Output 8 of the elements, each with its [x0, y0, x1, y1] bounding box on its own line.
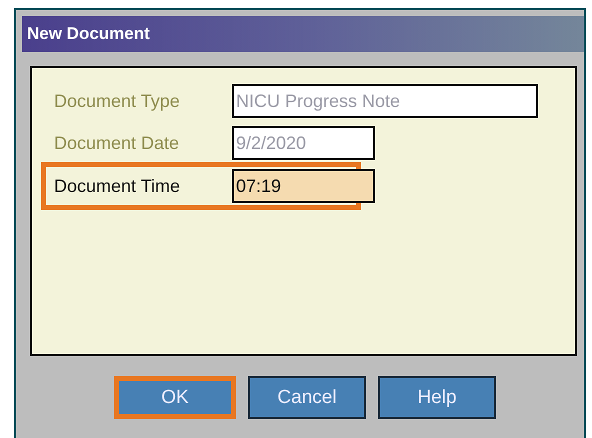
dialog-button[interactable]: Cancel	[248, 376, 366, 419]
window-title: New Document	[27, 24, 150, 44]
input-field[interactable]: 07:19	[232, 169, 375, 203]
field-label: Document Date	[54, 132, 180, 154]
field-label: Document Time	[54, 176, 182, 196]
dialog-button[interactable]: Help	[378, 376, 496, 419]
dialog-button[interactable]: OK	[114, 376, 236, 419]
field-label: Document Type	[54, 90, 181, 112]
